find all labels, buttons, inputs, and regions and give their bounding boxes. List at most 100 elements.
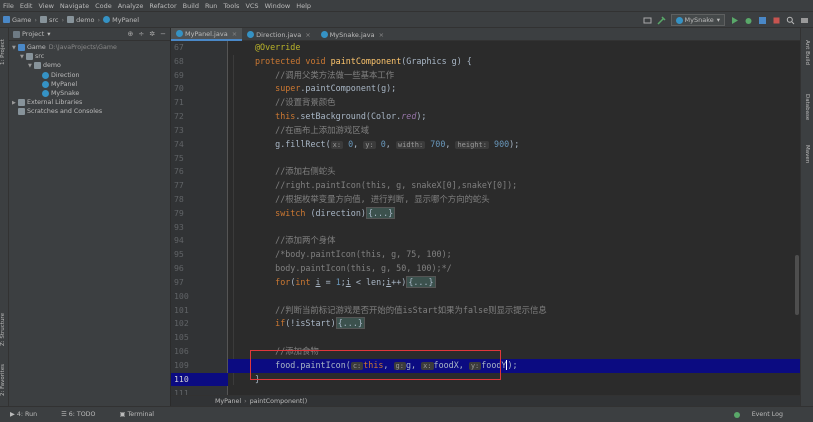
code-line-71: //设置背景颜色 [275, 97, 336, 108]
run-config-select[interactable]: MySnake ▾ [670, 14, 725, 26]
project-view-icon [13, 30, 20, 38]
tree-item[interactable]: ▶ External Libraries [9, 98, 170, 107]
tree-item[interactable]: Direction [9, 71, 170, 80]
debug-icon[interactable] [744, 16, 753, 25]
editor-breadcrumb: MyPanel › paintComponent() [171, 395, 800, 406]
module-icon [3, 16, 10, 23]
event-log-icon [733, 411, 740, 418]
locate-icon[interactable]: ⊕ [128, 30, 134, 38]
coverage-icon[interactable] [758, 16, 767, 25]
todo-tool-button[interactable]: ☰ 6: TODO [61, 411, 107, 418]
package-icon [67, 16, 75, 23]
menu-help[interactable]: Help [296, 2, 311, 10]
search-icon[interactable] [786, 16, 795, 25]
tab-maven[interactable]: Maven [801, 136, 810, 172]
code-editor[interactable]: @Override protected void paintComponent(… [228, 41, 800, 395]
menu-vcs[interactable]: VCS [245, 2, 258, 10]
breadcrumb: Game › src › demo › MyPanel [3, 16, 139, 24]
line-number: 79 [174, 207, 184, 218]
event-log-button[interactable]: Event Log [733, 411, 795, 418]
editor-tab[interactable]: Direction.java × [242, 28, 316, 41]
tab-favorites-tool[interactable]: 2: Favorites [0, 360, 9, 400]
menu-run[interactable]: Run [205, 2, 217, 10]
tree-item[interactable]: ▼ demo [9, 61, 170, 70]
tree-item-label: Scratches and Consoles [27, 108, 103, 116]
line-number: 101 [174, 304, 189, 315]
code-line-101: //判断当前标记游戏是否开始的值isStart如果为false则显示提示信息 [275, 304, 547, 315]
menu-tools[interactable]: Tools [223, 2, 239, 10]
crumb-class[interactable]: MyPanel [215, 398, 241, 405]
line-number: 75 [174, 152, 184, 163]
tree-item-label: Game [27, 44, 46, 52]
menu-analyze[interactable]: Analyze [118, 2, 144, 10]
class-icon [103, 16, 111, 23]
status-bar: ▶ 4: Run ☰ 6: TODO ▣ Terminal Event Log [0, 406, 813, 422]
tree-item[interactable]: ▼ Game D:\JavaProjects\Game [9, 43, 170, 52]
crumb-method[interactable]: paintComponent() [250, 398, 308, 405]
build-hammer-icon[interactable] [656, 15, 666, 25]
code-line-67: @Override [255, 42, 301, 52]
line-number: 102 [174, 318, 189, 329]
code-line-97: for(int i = 1;i < len;i++) {...} [275, 275, 436, 288]
menu-window[interactable]: Window [265, 2, 291, 10]
editor-tab[interactable]: MyPanel.java × [171, 28, 243, 41]
stop-icon[interactable] [772, 16, 781, 25]
menu-code[interactable]: Code [95, 2, 112, 10]
code-line-72: this.setBackground(Color.red); [275, 111, 427, 122]
code-line-74: g.fillRect(x: 0, y: 0, width: 700, heigh… [255, 138, 520, 149]
project-structure-icon[interactable] [643, 16, 652, 25]
terminal-tool-button[interactable]: ▣ Terminal [119, 411, 166, 418]
close-icon[interactable]: × [379, 31, 384, 39]
tab-ant-build[interactable]: Ant Build [801, 32, 810, 72]
line-number: 70 [174, 83, 184, 94]
run-tool-button[interactable]: ▶ 4: Run [10, 411, 49, 418]
tree-item[interactable]: ▼ src [9, 52, 170, 61]
menu-file[interactable]: File [3, 2, 14, 10]
code-line-78: //根据枚举变量方向值, 进行判断, 显示哪个方向的蛇头 [275, 194, 490, 205]
class-icon [42, 80, 49, 88]
project-panel-title[interactable]: Project [22, 30, 44, 38]
editor-tab[interactable]: MySnake.java × [316, 28, 389, 41]
menu-build[interactable]: Build [183, 2, 199, 10]
editor-tab-label: MyPanel.java [185, 29, 228, 38]
menu-view[interactable]: View [38, 2, 53, 10]
menu-refactor[interactable]: Refactor [149, 2, 176, 10]
code-line-76: //添加右侧蛇头 [275, 166, 336, 177]
run-icon[interactable] [730, 16, 739, 25]
close-icon[interactable]: × [305, 31, 310, 39]
hide-icon[interactable]: − [160, 30, 166, 38]
line-number: 94 [174, 235, 184, 246]
tab-database[interactable]: Database [801, 84, 810, 130]
run-config-icon [675, 16, 683, 24]
tree-item[interactable]: Scratches and Consoles [9, 107, 170, 116]
line-number: 106 [174, 346, 189, 357]
tree-item-label: MySnake [51, 90, 80, 98]
tree-item[interactable]: MyPanel [9, 80, 170, 89]
breadcrumb-file[interactable]: MyPanel [112, 16, 139, 24]
editor-tab-label: MySnake.java [329, 30, 375, 39]
menu-edit[interactable]: Edit [20, 2, 33, 10]
tree-item[interactable]: MySnake [9, 89, 170, 98]
line-number: 74 [174, 138, 184, 149]
editor-scrollbar-thumb[interactable] [795, 255, 799, 315]
module-icon [18, 44, 25, 52]
editor-tabs: MyPanel.java × Direction.java × MySnake.java… [171, 28, 813, 41]
code-line-73: //在画布上添加游戏区域 [275, 124, 370, 135]
code-line-77: //right.paintIcon(this, g, snakeX[0],sna… [275, 180, 518, 191]
menu-navigate[interactable]: Navigate [60, 2, 89, 10]
breadcrumb-project[interactable]: Game [12, 16, 31, 24]
close-icon[interactable]: × [232, 30, 237, 38]
code-line-69: //调用父类方法做一些基本工作 [275, 69, 395, 80]
gear-icon[interactable]: ✲ [149, 30, 155, 38]
folder-icon [26, 53, 33, 61]
project-tree: ▼ Game D:\JavaProjects\Game ▼ src ▼ demo Direct… [9, 41, 170, 117]
breadcrumb-demo[interactable]: demo [76, 16, 94, 24]
collapse-icon[interactable]: ÷ [138, 30, 144, 38]
breadcrumb-src[interactable]: src [49, 16, 59, 24]
tab-project-tool[interactable]: 1: Project [0, 32, 9, 72]
assistant-icon[interactable] [800, 16, 809, 25]
tab-structure-tool[interactable]: Z: Structure [0, 310, 9, 350]
folder-icon [34, 62, 41, 70]
